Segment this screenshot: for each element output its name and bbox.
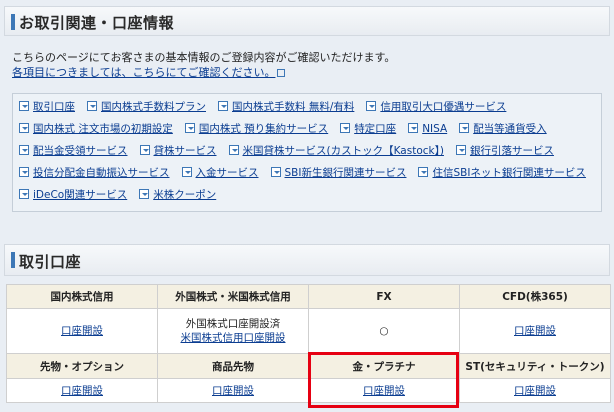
service-link-label: iDeCo関連サービス [33,189,128,201]
anchor-arrow-icon [366,101,377,111]
service-link[interactable]: 国内株式手数料プラン [87,99,206,114]
anchor-arrow-icon [459,123,470,133]
links-row: iDeCo関連サービス 米株クーポン [19,187,595,209]
service-link-label: 国内株式手数料プラン [101,101,206,113]
foreign-account-status: 外国株式口座開設済 [185,318,281,330]
cell-security-token: 口座開設 [459,378,611,403]
fx-status-mark: ○ [379,325,389,337]
service-link-label: 住信SBIネット銀行関連サービス [432,167,586,179]
service-link[interactable]: 特定口座 [340,121,396,136]
anchor-arrow-icon [340,123,351,133]
gold-platinum-open-link[interactable]: 口座開設 [363,385,405,397]
open-account-link[interactable]: 口座開設 [514,385,556,397]
service-link-label: SBI新生銀行関連サービス [284,167,407,179]
section-bar [11,252,15,268]
service-link[interactable]: 配当金受領サービス [19,143,128,158]
cell-fx: ○ [308,308,460,354]
anchor-arrow-icon [19,189,29,199]
service-link[interactable]: 貸株サービス [139,143,217,158]
cell-foreign-margin: 外国株式口座開設済 米国株式信用口座開設 [157,308,309,354]
service-link[interactable]: 配当等通貨受入 [459,121,547,136]
account-table: 国内株式信用 外国株式・米国株式信用 FX CFD(株365) 口座開設 外国株… [6,284,611,403]
service-link-label: 貸株サービス [153,145,217,157]
service-link-label: NISA [422,123,448,135]
anchor-arrow-icon [455,145,466,155]
service-link-label: 配当金受領サービス [33,145,128,157]
cell-commodity-futures: 口座開設 [157,378,309,403]
service-link[interactable]: 米国貸株サービス(カストック【Kastock】) [228,143,444,158]
service-link[interactable]: 米株クーポン [139,187,216,202]
anchor-arrow-icon [19,167,29,177]
service-link[interactable]: 入金サービス [181,165,259,180]
anchor-arrow-icon [19,123,29,133]
service-link-label: 入金サービス [195,167,259,179]
service-link[interactable]: 国内株式 注文市場の初期設定 [19,121,173,136]
service-link[interactable]: SBI新生銀行関連サービス [270,165,407,180]
section-bar [11,14,15,30]
anchor-arrow-icon [228,145,239,155]
anchor-arrow-icon [87,101,97,111]
service-link-label: 取引口座 [33,101,75,113]
cell-domestic-margin: 口座開設 [6,308,158,354]
service-link-label: 米株クーポン [153,189,217,201]
service-link-label: 銀行引落サービス [469,145,554,157]
service-link-label: 特定口座 [354,123,397,135]
header-fx: FX [308,284,460,309]
links-row: 取引口座 国内株式手数料プラン 国内株式手数料 無料/有料 信用取引大口優遇サービス [19,99,595,121]
anchor-arrow-icon [184,123,195,133]
us-margin-open-link[interactable]: 米国株式信用口座開設 [181,332,286,344]
service-link-label: 米国貸株サービス(カストック【Kastock】) [242,145,444,157]
service-link[interactable]: 国内株式手数料 無料/有料 [218,99,354,114]
anchor-arrow-icon [139,189,150,199]
intro-text: こちらのページにてお客さまの基本情報のご登録内容がご確認いただけます。 各項目に… [12,50,602,80]
open-account-link[interactable]: 口座開設 [61,385,103,397]
cell-gold-platinum: 口座開設 [308,378,460,403]
anchor-arrow-icon [218,101,228,111]
service-link[interactable]: 信用取引大口優遇サービス [366,99,506,114]
service-links-box: 取引口座 国内株式手数料プラン 国内株式手数料 無料/有料 信用取引大口優遇サービス国… [12,93,602,212]
anchor-arrow-icon [181,167,192,177]
intro-link[interactable]: 各項目につきましては、こちらにてご確認ください。 [12,66,275,79]
service-link[interactable]: 国内株式 預り集約サービス [184,121,329,136]
service-link[interactable]: 銀行引落サービス [455,143,554,158]
service-link-label: 国内株式 預り集約サービス [198,123,329,135]
open-account-link[interactable]: 口座開設 [212,385,254,397]
service-link[interactable]: 住信SBIネット銀行関連サービス [418,165,586,180]
service-link-label: 配当等通貨受入 [473,123,547,135]
anchor-arrow-icon [19,145,29,155]
open-account-link[interactable]: 口座開設 [514,325,556,337]
header-cfd: CFD(株365) [459,284,611,309]
page-title: お取引関連・口座情報 [19,14,175,32]
cell-futures-options: 口座開設 [6,378,158,403]
service-link[interactable]: 取引口座 [19,99,75,114]
anchor-arrow-icon [19,101,29,111]
header-commodity-futures: 商品先物 [157,353,309,379]
intro-sentence: こちらのページにてお客さまの基本情報のご登録内容がご確認いただけます。 [12,51,396,64]
header-security-token: ST(セキュリティ・トークン) [459,353,611,379]
service-link-label: 信用取引大口優遇サービス [380,101,507,113]
header-futures-options: 先物・オプション [6,353,158,379]
section-header-trading-account: 取引口座 [4,244,610,276]
service-link[interactable]: 投信分配金自動振込サービス [19,165,170,180]
service-link[interactable]: iDeCo関連サービス [19,187,127,202]
anchor-arrow-icon [408,123,419,133]
open-account-link[interactable]: 口座開設 [61,325,103,337]
service-link-label: 国内株式 注文市場の初期設定 [33,123,173,135]
anchor-arrow-icon [270,167,281,177]
anchor-arrow-icon [418,167,429,177]
service-link-label: 国内株式手数料 無料/有料 [232,101,355,113]
header-domestic-margin: 国内株式信用 [6,284,158,309]
service-link-label: 投信分配金自動振込サービス [33,167,170,179]
external-window-icon [277,69,286,77]
links-row: 投信分配金自動振込サービス 入金サービス SBI新生銀行関連サービス 住信SBIネット… [19,165,595,187]
cell-cfd: 口座開設 [459,308,611,354]
service-link[interactable]: NISA [408,123,447,135]
header-foreign-margin: 外国株式・米国株式信用 [157,284,309,309]
links-row: 配当金受領サービス 貸株サービス 米国貸株サービス(カストック【Kastock】) 銀… [19,143,595,165]
section-title: 取引口座 [19,253,82,271]
section-header-account-info: お取引関連・口座情報 [4,6,610,36]
links-row: 国内株式 注文市場の初期設定 国内株式 預り集約サービス 特定口座 NISA 配当等通貨… [19,121,595,143]
anchor-arrow-icon [139,145,150,155]
header-gold-platinum: 金・プラチナ [308,353,460,379]
